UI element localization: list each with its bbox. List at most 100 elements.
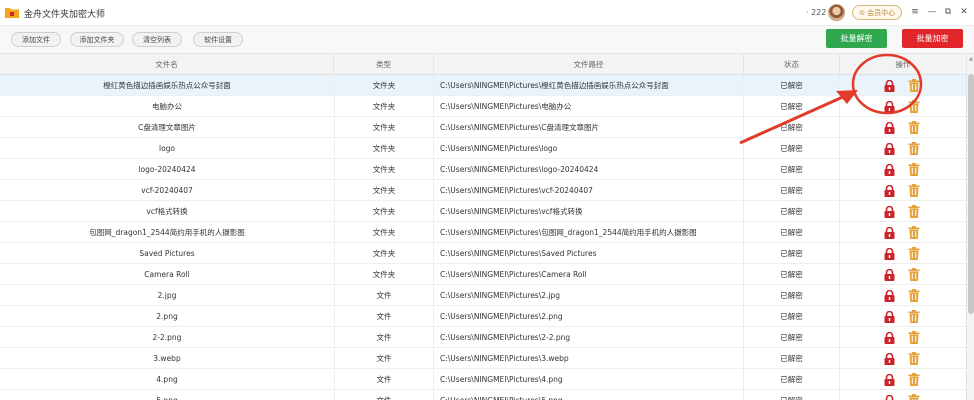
table-row[interactable]: logo-20240424 文件夹 C:\Users\NINGMEI\Picture… xyxy=(0,159,966,180)
table-row[interactable]: logo 文件夹 C:\Users\NINGMEI\Pictures\logo 已解密 xyxy=(0,138,966,159)
trash-icon[interactable] xyxy=(908,205,920,218)
lock-icon[interactable] xyxy=(884,206,895,218)
lock-icon[interactable] xyxy=(884,164,895,176)
add-file-button[interactable]: 添加文件 xyxy=(11,32,61,47)
cell-path: C:\Users\NINGMEI\Pictures\logo-20240424 xyxy=(434,159,744,180)
trash-icon[interactable] xyxy=(908,226,920,239)
trash-icon[interactable] xyxy=(908,394,920,400)
lock-icon[interactable] xyxy=(884,332,895,344)
avatar[interactable] xyxy=(828,4,845,21)
cell-type: 文件 xyxy=(334,306,434,327)
cell-status: 已解密 xyxy=(744,138,840,159)
table-row[interactable]: 2.jpg 文件 C:\Users\NINGMEI\Pictures\2.jpg 已解… xyxy=(0,285,966,306)
trash-icon[interactable] xyxy=(908,352,920,365)
cell-type: 文件 xyxy=(334,285,434,306)
cell-ops xyxy=(840,117,966,138)
header-path[interactable]: 文件路径 xyxy=(434,54,744,75)
table-row[interactable]: 2-2.png 文件 C:\Users\NINGMEI\Pictures\2-2.p… xyxy=(0,327,966,348)
toolbar: 添加文件 添加文件夹 清空列表 软件设置 批量解密 批量加密 xyxy=(0,26,974,54)
table-row[interactable]: 包图网_dragon1_2544简约用手机的人摄影图 文件夹 C:\Users\NI… xyxy=(0,222,966,243)
cell-name: 包图网_dragon1_2544简约用手机的人摄影图 xyxy=(89,228,245,237)
lock-icon[interactable] xyxy=(884,290,895,302)
cell-type: 文件 xyxy=(334,369,434,390)
member-center-button[interactable]: ♔ 会员中心 xyxy=(852,5,902,20)
menu-icon[interactable]: ≡ xyxy=(909,6,921,18)
cell-path: C:\Users\NINGMEI\Pictures\Camera Roll xyxy=(434,264,744,285)
lock-icon[interactable] xyxy=(884,374,895,386)
lock-icon[interactable] xyxy=(884,80,895,92)
trash-icon[interactable] xyxy=(908,373,920,386)
cell-name: 5.png xyxy=(0,390,334,400)
restore-icon[interactable]: ⧉ xyxy=(942,6,954,18)
lock-icon[interactable] xyxy=(884,101,895,113)
cell-status: 已解密 xyxy=(744,327,840,348)
lock-icon[interactable] xyxy=(884,311,895,323)
cell-status: 已解密 xyxy=(744,369,840,390)
table-row[interactable]: Saved Pictures 文件夹 C:\Users\NINGMEI\Pictur… xyxy=(0,243,966,264)
header-type[interactable]: 类型 xyxy=(334,54,434,75)
cell-type: 文件 xyxy=(334,327,434,348)
table-row[interactable]: C盘清理文章图片 文件夹 C:\Users\NINGMEI\Pictures\C盘清… xyxy=(0,117,966,138)
trash-icon[interactable] xyxy=(908,163,920,176)
clear-list-button[interactable]: 清空列表 xyxy=(132,32,182,47)
trash-icon[interactable] xyxy=(908,268,920,281)
lock-icon[interactable] xyxy=(884,185,895,197)
cell-ops xyxy=(840,222,966,243)
cell-name: vcf-20240407 xyxy=(141,186,193,195)
batch-encrypt-button[interactable]: 批量加密 xyxy=(902,29,963,48)
table-row[interactable]: Camera Roll 文件夹 C:\Users\NINGMEI\Pictures\… xyxy=(0,264,966,285)
table-row[interactable]: 5.png文件C:\Users\NINGMEI\Pictures\5.png已解… xyxy=(0,390,966,400)
batch-decrypt-button[interactable]: 批量解密 xyxy=(826,29,887,48)
table-row[interactable]: 电脑办公 文件夹 C:\Users\NINGMEI\Pictures\电脑办公 已解密 xyxy=(0,96,966,117)
table-row[interactable]: 3.webp 文件 C:\Users\NINGMEI\Pictures\3.webp… xyxy=(0,348,966,369)
trash-icon[interactable] xyxy=(908,310,920,323)
vertical-scrollbar[interactable]: ▲ xyxy=(966,54,974,400)
cell-status: 已解密 xyxy=(744,390,840,400)
header-ops: 操作 xyxy=(895,60,911,69)
cell-status: 已解密 xyxy=(744,348,840,369)
trash-icon[interactable] xyxy=(908,79,920,92)
lock-icon[interactable] xyxy=(884,395,895,400)
table-row[interactable]: 4.png 文件 C:\Users\NINGMEI\Pictures\4.png 已解… xyxy=(0,369,966,390)
member-center-label: 会员中心 xyxy=(867,8,896,17)
cell-ops xyxy=(840,243,966,264)
lock-icon[interactable] xyxy=(884,269,895,281)
header-status[interactable]: 状态 xyxy=(744,54,840,75)
cell-name: 橙红黄色描边插画娱乐热点公众号封面 xyxy=(103,81,231,90)
cell-name: 电脑办公 xyxy=(152,102,182,111)
cell-ops xyxy=(840,138,966,159)
trash-icon[interactable] xyxy=(908,100,920,113)
title-bar: 金舟文件夹加密大师 · 222 ♔ 会员中心 ≡ — ⧉ ✕ xyxy=(0,0,974,26)
cell-type: 文件夹 xyxy=(334,75,434,96)
add-folder-button[interactable]: 添加文件夹 xyxy=(70,32,124,47)
header-name[interactable]: 文件名 xyxy=(0,54,334,75)
cell-type: 文件夹 xyxy=(334,180,434,201)
table-row[interactable]: vcf-20240407 文件夹 C:\Users\NINGMEI\Pictures… xyxy=(0,180,966,201)
cell-ops xyxy=(840,327,966,348)
cell-status: 已解密 xyxy=(744,306,840,327)
table-row[interactable]: 2.png 文件 C:\Users\NINGMEI\Pictures\2.png 已解… xyxy=(0,306,966,327)
cell-status: 已解密 xyxy=(744,222,840,243)
table-row[interactable]: vcf格式转换 文件夹 C:\Users\NINGMEI\Pictures\vcf格… xyxy=(0,201,966,222)
cell-type: 文件夹 xyxy=(334,138,434,159)
cell-ops xyxy=(840,180,966,201)
trash-icon[interactable] xyxy=(908,289,920,302)
lock-icon[interactable] xyxy=(884,353,895,365)
lock-icon[interactable] xyxy=(884,227,895,239)
lock-icon[interactable] xyxy=(884,143,895,155)
scroll-up-icon[interactable]: ▲ xyxy=(968,56,974,62)
close-icon[interactable]: ✕ xyxy=(958,6,970,18)
settings-button[interactable]: 软件设置 xyxy=(193,32,243,47)
lock-icon[interactable] xyxy=(884,248,895,260)
trash-icon[interactable] xyxy=(908,142,920,155)
table-row[interactable]: 橙红黄色描边插画娱乐热点公众号封面 文件夹 C:\Users\NINGMEI\Pic… xyxy=(0,75,966,96)
trash-icon[interactable] xyxy=(908,184,920,197)
user-name: · 222 xyxy=(806,8,827,17)
trash-icon[interactable] xyxy=(908,247,920,260)
trash-icon[interactable] xyxy=(908,121,920,134)
lock-icon[interactable] xyxy=(884,122,895,134)
trash-icon[interactable] xyxy=(908,331,920,344)
minimize-icon[interactable]: — xyxy=(926,6,938,18)
cell-status: 已解密 xyxy=(744,285,840,306)
scroll-thumb[interactable] xyxy=(968,74,974,314)
